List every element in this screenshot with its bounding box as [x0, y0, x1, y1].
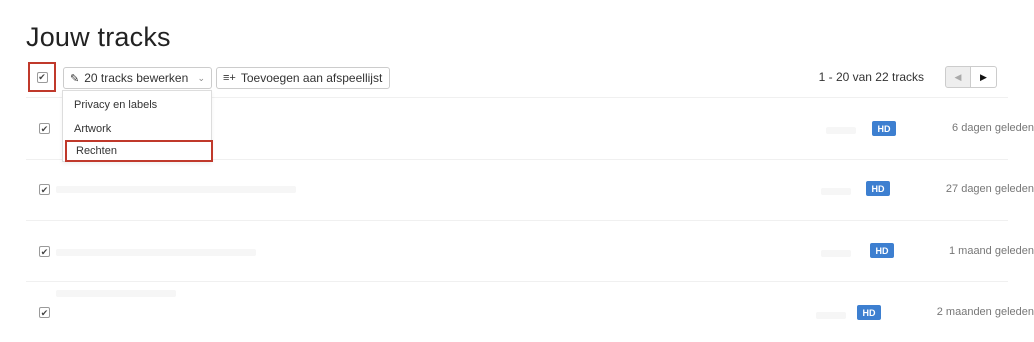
edit-tracks-label: 20 tracks bewerken — [84, 71, 189, 85]
hd-badge: HD — [870, 243, 894, 258]
edit-tracks-button[interactable]: ✎ 20 tracks bewerken ⌄ — [63, 67, 212, 89]
hd-badge: HD — [872, 121, 896, 136]
triangle-right-icon: ▶ — [980, 71, 987, 82]
previous-page-button[interactable]: ◀ — [945, 66, 971, 88]
playlist-add-icon: ≡+ — [223, 72, 236, 84]
track-row[interactable]: HD 1 maand geleden — [26, 221, 1034, 281]
menu-item-rights[interactable]: Rechten — [65, 140, 213, 162]
track-checkbox[interactable] — [39, 307, 50, 318]
track-title-placeholder — [56, 186, 296, 193]
add-to-playlist-label: Toevoegen aan afspeellijst — [240, 71, 383, 85]
hd-badge: HD — [866, 181, 890, 196]
pagination-controls: ◀ ▶ — [945, 66, 997, 88]
pagination-info: 1 - 20 van 22 tracks — [818, 70, 924, 84]
track-checkbox[interactable] — [39, 184, 50, 195]
next-page-button[interactable]: ▶ — [971, 66, 997, 88]
track-title-placeholder — [56, 290, 176, 297]
edit-tracks-dropdown: Privacy en labels Artwork Rechten — [62, 90, 213, 162]
select-all-checkbox[interactable] — [36, 71, 48, 83]
track-age: 2 maanden geleden — [936, 306, 1034, 318]
track-title-placeholder — [56, 249, 256, 256]
menu-item-artwork[interactable]: Artwork — [63, 118, 211, 140]
select-all-checkbox-highlight[interactable] — [28, 62, 56, 92]
track-meta-placeholder — [821, 250, 851, 257]
track-row[interactable]: HD 27 dagen geleden — [26, 160, 1034, 220]
track-age: 27 dagen geleden — [945, 183, 1034, 195]
page-title: Jouw tracks — [26, 22, 171, 52]
hd-badge: HD — [857, 305, 881, 320]
chevron-down-icon: ⌄ — [197, 72, 205, 83]
track-age: 1 maand geleden — [948, 245, 1034, 257]
track-meta-placeholder — [821, 188, 851, 195]
track-meta-placeholder — [816, 312, 846, 319]
pencil-icon: ✎ — [70, 72, 80, 85]
track-row[interactable]: HD 2 maanden geleden — [26, 282, 1034, 342]
add-to-playlist-button[interactable]: ≡+ Toevoegen aan afspeellijst — [216, 67, 390, 89]
track-age: 6 dagen geleden — [952, 122, 1034, 134]
track-meta-placeholder — [826, 127, 856, 134]
track-checkbox[interactable] — [39, 246, 50, 257]
menu-item-privacy-labels[interactable]: Privacy en labels — [63, 94, 211, 116]
triangle-left-icon: ◀ — [954, 71, 962, 82]
track-checkbox[interactable] — [39, 123, 50, 134]
